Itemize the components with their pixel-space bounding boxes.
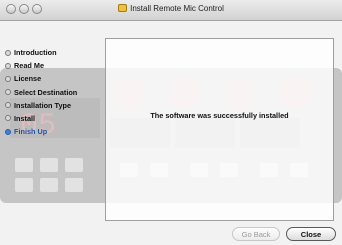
window-title-wrap: Install Remote Mic Control [0, 4, 342, 13]
window-title: Install Remote Mic Control [130, 4, 224, 13]
success-message: The software was successfully installed [150, 111, 289, 120]
step-finish-up: Finish Up [5, 127, 105, 140]
step-label: License [14, 74, 42, 84]
step-bullet-icon [5, 75, 11, 82]
step-bullet-icon [5, 102, 11, 109]
content-panel: The software was successfully installed [105, 38, 334, 221]
step-bullet-icon [5, 115, 11, 122]
step-label: Select Destination [14, 87, 78, 97]
step-installation-type: Installation Type [5, 101, 105, 114]
current-step-bullet-icon [5, 128, 11, 135]
step-license: License [5, 74, 105, 87]
step-introduction: Introduction [5, 48, 105, 61]
installer-window: Install Remote Mic Control 05 Introducti… [0, 0, 342, 245]
package-icon [118, 4, 128, 12]
step-bullet-icon [5, 89, 11, 96]
step-install: Install [5, 114, 105, 127]
title-bar[interactable]: Install Remote Mic Control [0, 0, 342, 21]
step-label: Install [14, 113, 36, 123]
step-label: Introduction [14, 48, 57, 57]
step-label: Finish Up [14, 127, 48, 137]
step-bullet-icon [5, 62, 11, 69]
step-select-destination: Select Destination [5, 88, 105, 101]
step-bullet-icon [5, 49, 11, 56]
installer-steps-sidebar: Introduction Read Me License Select Dest… [5, 48, 105, 140]
step-label: Read Me [14, 61, 45, 71]
step-label: Installation Type [14, 100, 72, 110]
close-button[interactable]: Close [286, 227, 336, 241]
step-read-me: Read Me [5, 61, 105, 74]
go-back-button[interactable]: Go Back [232, 227, 280, 241]
